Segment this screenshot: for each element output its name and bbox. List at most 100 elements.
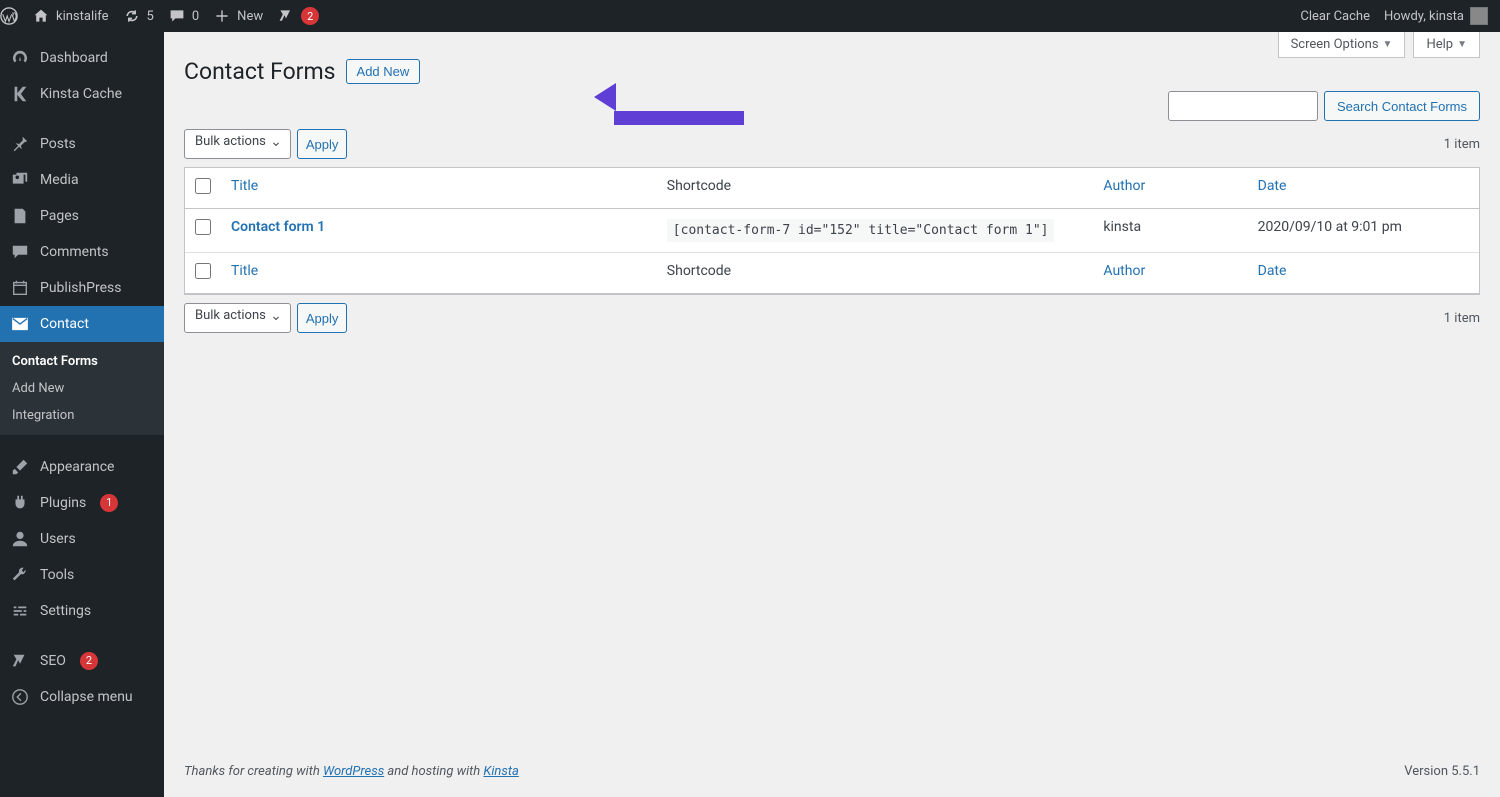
page-heading: Contact Forms Add New [184, 58, 1480, 85]
menu-collapse-label: Collapse menu [40, 689, 133, 705]
media-icon [10, 170, 30, 190]
comments-link[interactable]: 0 [168, 7, 199, 25]
submenu-contact: Contact Forms Add New Integration [0, 342, 164, 435]
select-all-header[interactable] [185, 168, 221, 209]
avatar [1470, 7, 1488, 25]
admin-bar: kinstalife 5 0 New 2 C [0, 0, 1500, 32]
clear-cache-link[interactable]: Clear Cache [1300, 9, 1370, 24]
apply-button-bottom[interactable]: Apply [297, 303, 348, 333]
menu-posts[interactable]: Posts [0, 126, 164, 162]
menu-users[interactable]: Users [0, 521, 164, 557]
admin-bar-left: kinstalife 5 0 New 2 [0, 7, 319, 25]
row-author: kinsta [1093, 209, 1247, 253]
select-all-checkbox-bottom[interactable] [195, 263, 211, 279]
menu-appearance-label: Appearance [40, 459, 114, 475]
new-content-link[interactable]: New [213, 7, 263, 25]
my-account-link[interactable]: Howdy, kinsta [1384, 7, 1488, 25]
col-author-link[interactable]: Author [1103, 178, 1145, 194]
menu-plugins[interactable]: Plugins 1 [0, 485, 164, 521]
col-date-link[interactable]: Date [1258, 178, 1287, 194]
comment-icon [168, 7, 186, 25]
menu-media[interactable]: Media [0, 162, 164, 198]
row-shortcode[interactable]: [contact-form-7 id="152" title="Contact … [667, 219, 1055, 242]
menu-users-label: Users [40, 531, 76, 547]
menu-settings-label: Settings [40, 603, 91, 619]
help-label: Help [1426, 37, 1453, 52]
menu-dashboard[interactable]: Dashboard [0, 40, 164, 76]
help-toggle[interactable]: Help ▼ [1413, 32, 1480, 58]
apply-button-top[interactable]: Apply [297, 129, 348, 159]
plugins-count-badge: 1 [100, 494, 118, 512]
clear-cache-label: Clear Cache [1300, 9, 1370, 24]
menu-settings[interactable]: Settings [0, 593, 164, 629]
sliders-icon [10, 601, 30, 621]
wp-logo-menu[interactable] [0, 7, 18, 25]
col-title-link-foot[interactable]: Title [231, 263, 258, 279]
menu-tools[interactable]: Tools [0, 557, 164, 593]
yoast-link[interactable]: 2 [277, 7, 319, 25]
submenu-contact-forms[interactable]: Contact Forms [0, 348, 164, 375]
pages-icon [10, 206, 30, 226]
menu-collapse[interactable]: Collapse menu [0, 679, 164, 715]
col-shortcode-foot: Shortcode [657, 253, 1094, 294]
pin-icon [10, 134, 30, 154]
chevron-down-icon: ▼ [1457, 39, 1467, 50]
col-author[interactable]: Author [1093, 168, 1247, 209]
add-new-button[interactable]: Add New [346, 59, 421, 84]
col-date-link-foot[interactable]: Date [1258, 263, 1287, 279]
menu-kinsta-cache-label: Kinsta Cache [40, 86, 122, 102]
row-checkbox[interactable] [195, 219, 211, 235]
search-input[interactable] [1168, 91, 1318, 121]
screen-options-label: Screen Options [1291, 37, 1379, 52]
submenu-integration[interactable]: Integration [0, 402, 164, 429]
menu-publishpress-label: PublishPress [40, 280, 121, 296]
col-author-link-foot[interactable]: Author [1103, 263, 1145, 279]
bulk-actions-top: Bulk actions Apply 1 item [184, 129, 1480, 159]
col-date[interactable]: Date [1248, 168, 1479, 209]
yoast-badge: 2 [301, 7, 319, 25]
wordpress-icon [0, 7, 18, 25]
menu-pages[interactable]: Pages [0, 198, 164, 234]
col-title[interactable]: Title [221, 168, 657, 209]
wordpress-link[interactable]: WordPress [323, 764, 384, 779]
row-title-link[interactable]: Contact form 1 [231, 219, 325, 235]
chevron-down-icon: ▼ [1383, 39, 1393, 50]
plus-icon [213, 7, 231, 25]
comments-count: 0 [192, 9, 199, 24]
kinsta-link[interactable]: Kinsta [483, 764, 518, 779]
menu-comments[interactable]: Comments [0, 234, 164, 270]
yoast-menu-icon [10, 651, 30, 671]
menu-seo-label: SEO [40, 653, 66, 669]
menu-pages-label: Pages [40, 208, 79, 224]
menu-contact-label: Contact [40, 316, 89, 332]
menu-publishpress[interactable]: PublishPress [0, 270, 164, 306]
site-name: kinstalife [56, 9, 109, 24]
screen-options-toggle[interactable]: Screen Options ▼ [1278, 32, 1406, 58]
select-all-checkbox-top[interactable] [195, 178, 211, 194]
new-label: New [237, 9, 263, 24]
menu-seo[interactable]: SEO 2 [0, 643, 164, 679]
footer-text: Thanks for creating with WordPress and h… [184, 764, 519, 779]
menu-kinsta-cache[interactable]: Kinsta Cache [0, 76, 164, 112]
main-content: Screen Options ▼ Help ▼ Contact Forms Ad… [164, 32, 1500, 797]
bulk-actions-select-bottom[interactable]: Bulk actions [184, 303, 291, 333]
col-title-link[interactable]: Title [231, 178, 258, 194]
collapse-icon [10, 687, 30, 707]
submenu-add-new[interactable]: Add New [0, 375, 164, 402]
site-name-link[interactable]: kinstalife [32, 7, 109, 25]
yoast-icon [277, 7, 295, 25]
menu-media-label: Media [40, 172, 79, 188]
bulk-actions-select-top[interactable]: Bulk actions [184, 129, 291, 159]
user-icon [10, 529, 30, 549]
row-date: 2020/09/10 at 9:01 pm [1248, 209, 1479, 253]
version-text: Version 5.5.1 [1404, 764, 1480, 779]
menu-appearance[interactable]: Appearance [0, 449, 164, 485]
admin-sidebar: Dashboard Kinsta Cache Posts Media Pages… [0, 32, 164, 797]
admin-footer: Thanks for creating with WordPress and h… [184, 746, 1480, 797]
search-contact-forms-button[interactable]: Search Contact Forms [1324, 91, 1480, 121]
wrench-icon [10, 565, 30, 585]
menu-contact[interactable]: Contact [0, 306, 164, 342]
comments-icon [10, 242, 30, 262]
mail-icon [10, 314, 30, 334]
updates-link[interactable]: 5 [123, 7, 154, 25]
